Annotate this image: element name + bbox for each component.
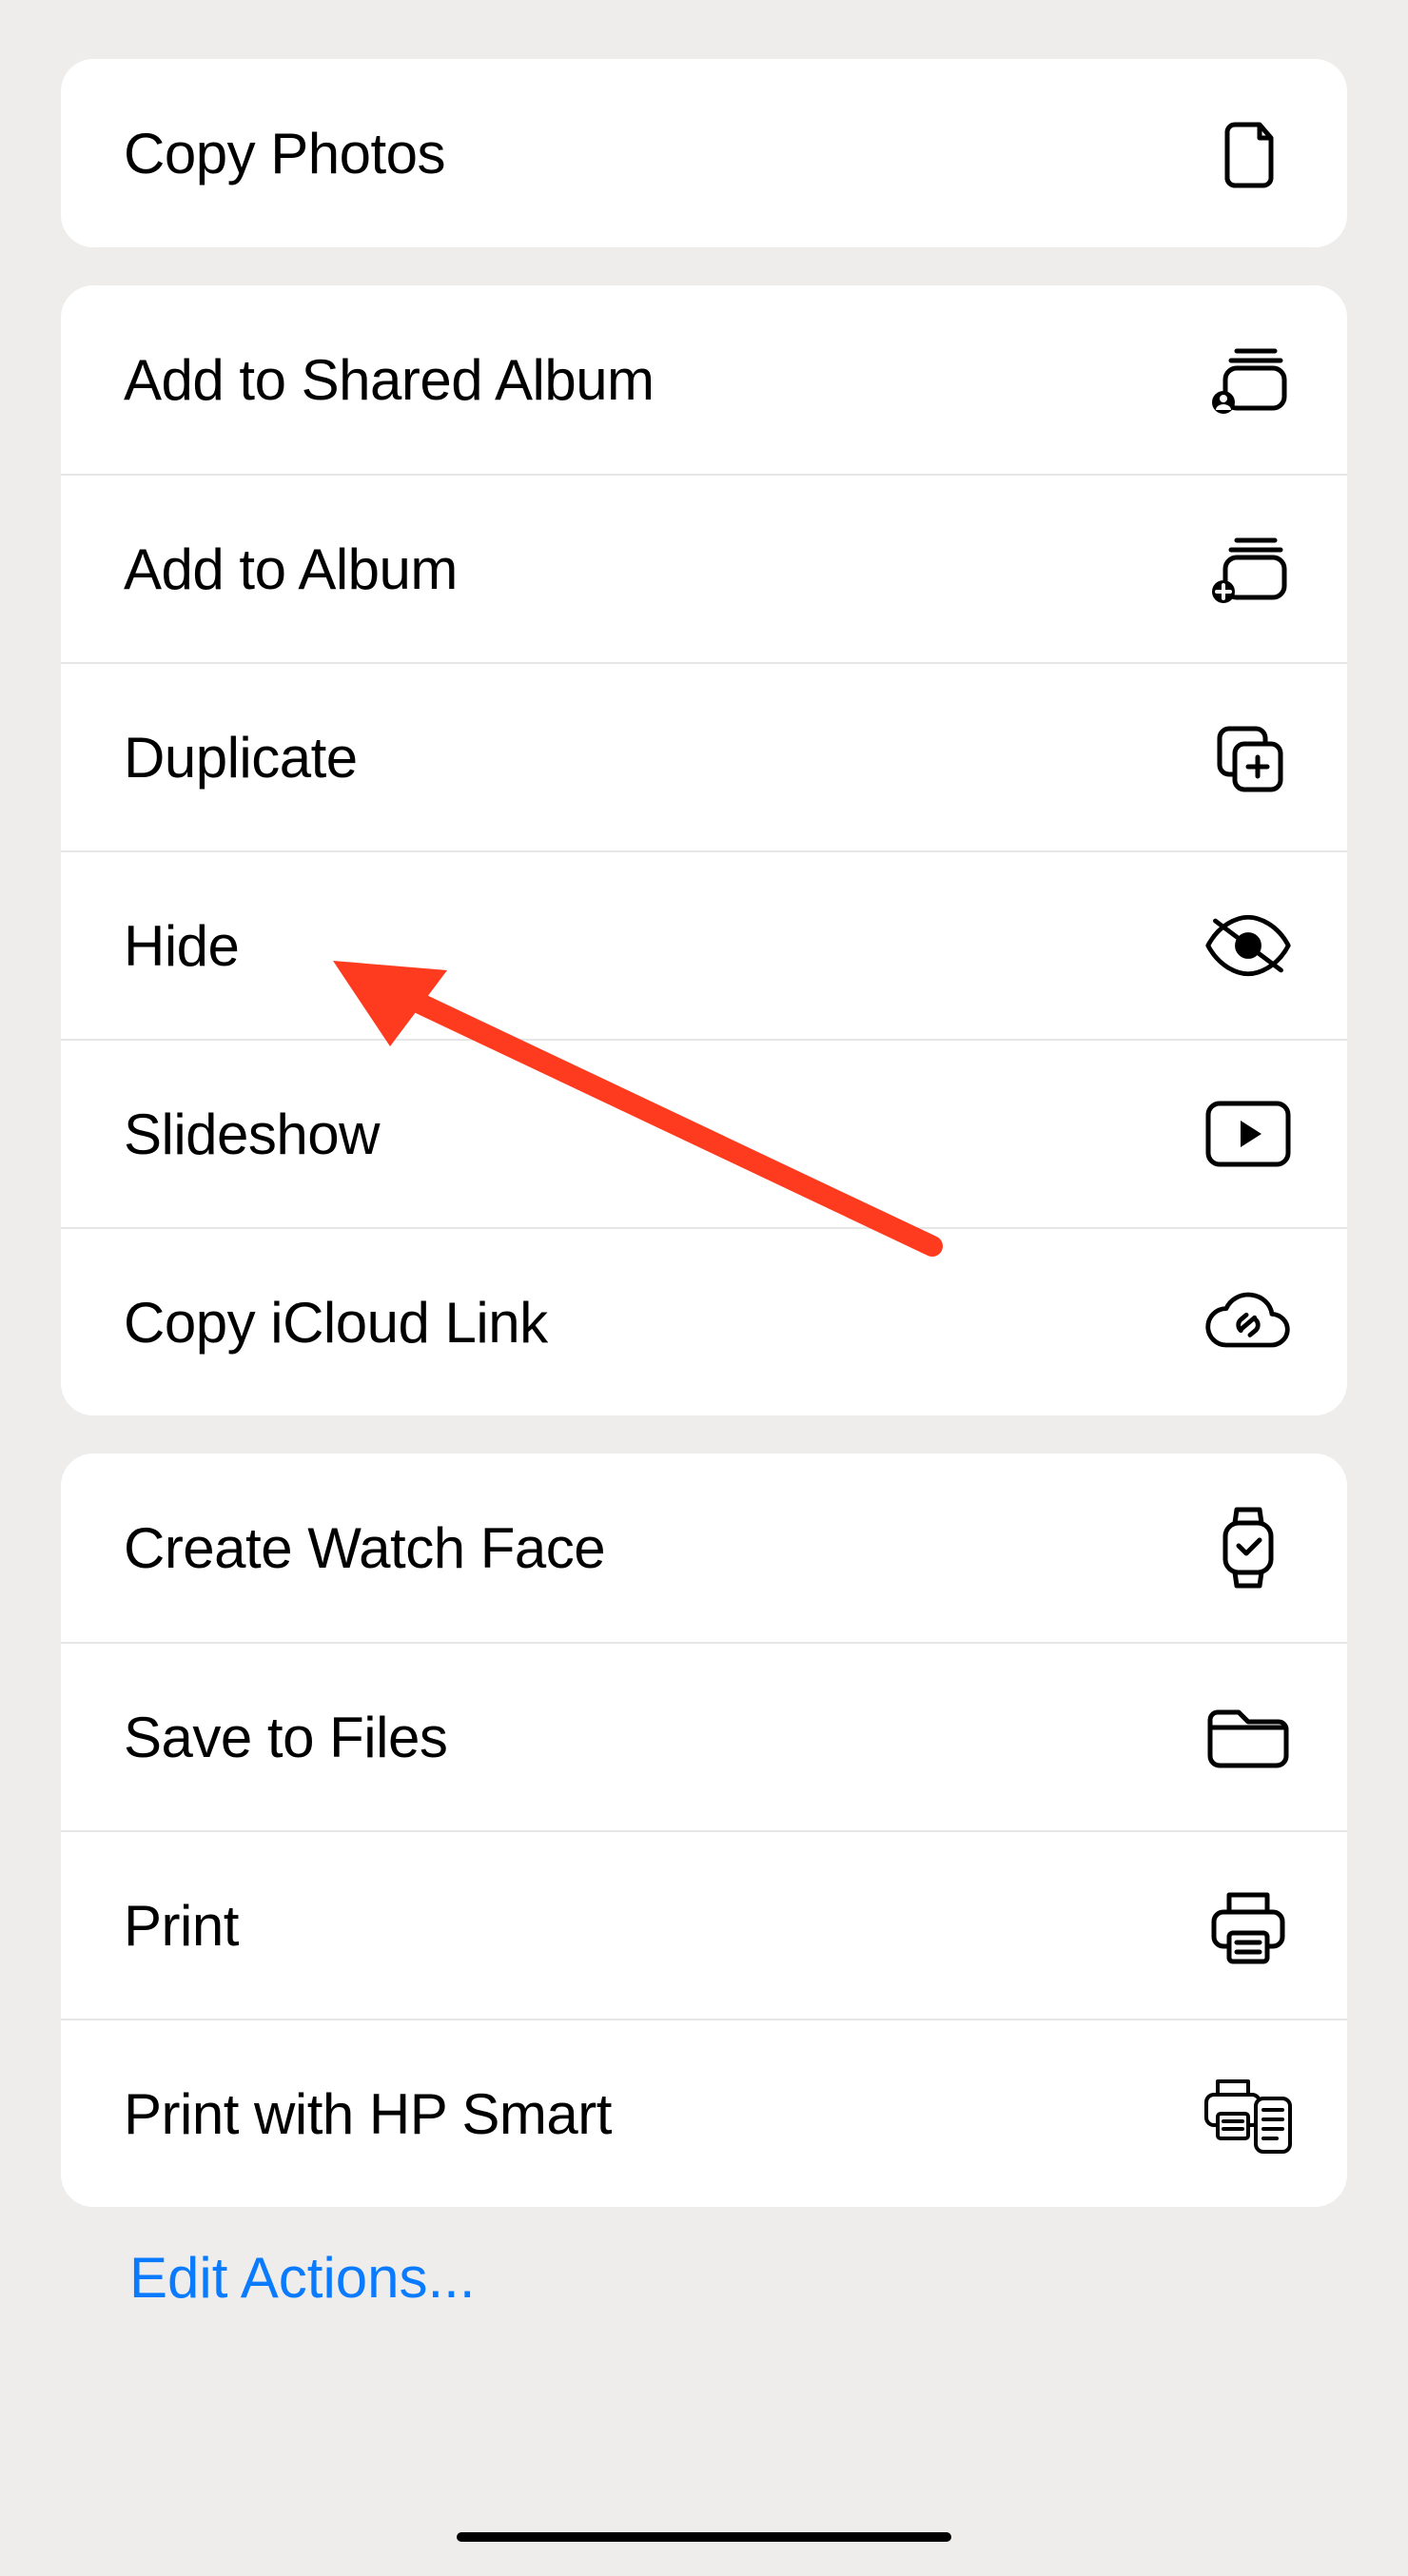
copy-photos-row[interactable]: Copy Photos — [61, 59, 1347, 247]
watch-icon — [1203, 1502, 1294, 1593]
create-watch-face-label: Create Watch Face — [124, 1515, 605, 1581]
create-watch-face-row[interactable]: Create Watch Face — [61, 1454, 1347, 1642]
copy-icloud-link-label: Copy iCloud Link — [124, 1290, 548, 1356]
hide-label: Hide — [124, 913, 239, 979]
slideshow-row[interactable]: Slideshow — [61, 1039, 1347, 1227]
hide-row[interactable]: Hide — [61, 850, 1347, 1039]
print-hp-smart-row[interactable]: Print with HP Smart — [61, 2019, 1347, 2207]
save-to-files-label: Save to Files — [124, 1705, 447, 1770]
add-shared-album-label: Add to Shared Album — [124, 347, 655, 413]
duplicate-icon — [1203, 712, 1294, 803]
hp-print-icon — [1203, 2068, 1294, 2159]
add-album-label: Add to Album — [124, 537, 458, 602]
home-indicator — [457, 2532, 951, 2542]
add-album-row[interactable]: Add to Album — [61, 474, 1347, 662]
printer-icon — [1203, 1880, 1294, 1971]
save-to-files-row[interactable]: Save to Files — [61, 1642, 1347, 1830]
shared-album-icon — [1203, 334, 1294, 425]
print-label: Print — [124, 1893, 239, 1959]
edit-actions-label: Edit Actions... — [129, 2246, 476, 2310]
add-shared-album-row[interactable]: Add to Shared Album — [61, 285, 1347, 474]
play-rect-icon — [1203, 1088, 1294, 1180]
slideshow-label: Slideshow — [124, 1102, 380, 1167]
print-hp-smart-label: Print with HP Smart — [124, 2081, 612, 2147]
folder-icon — [1203, 1691, 1294, 1783]
action-group: Copy Photos — [61, 59, 1347, 247]
duplicate-row[interactable]: Duplicate — [61, 662, 1347, 850]
share-sheet-actions: Copy Photos Add to Shared Album — [0, 59, 1408, 2311]
copy-photos-label: Copy Photos — [124, 121, 445, 186]
cloud-link-icon — [1203, 1277, 1294, 1368]
copy-icloud-link-row[interactable]: Copy iCloud Link — [61, 1227, 1347, 1415]
duplicate-label: Duplicate — [124, 725, 358, 790]
copy-icon — [1203, 107, 1294, 199]
print-row[interactable]: Print — [61, 1830, 1347, 2019]
album-add-icon — [1203, 523, 1294, 615]
eye-slash-icon — [1203, 900, 1294, 991]
action-group: Add to Shared Album Add to Album — [61, 285, 1347, 1415]
action-group: Create Watch Face Save to Files Print — [61, 1454, 1347, 2207]
edit-actions-link[interactable]: Edit Actions... — [61, 2207, 1347, 2311]
